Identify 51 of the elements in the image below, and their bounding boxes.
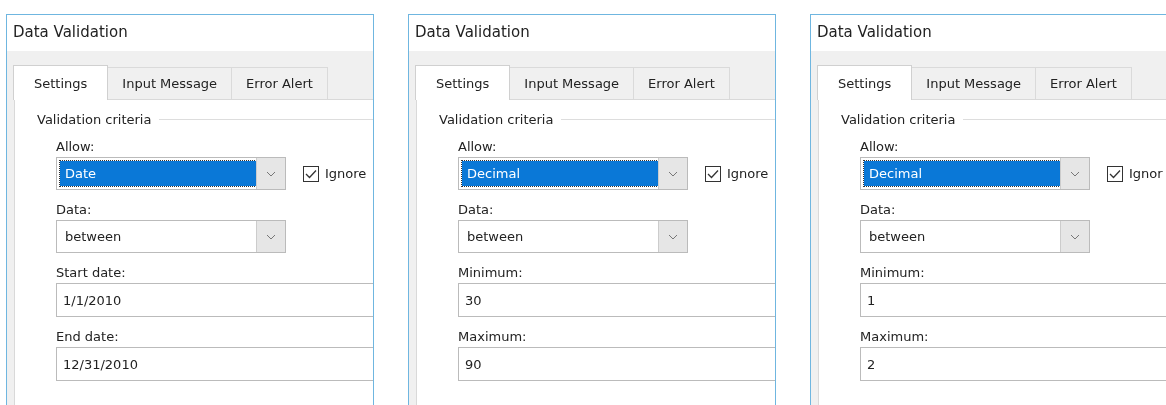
input-field[interactable]: 90: [458, 347, 775, 381]
field-label: Data:: [56, 202, 92, 217]
allow-dropdown[interactable]: Decimal: [860, 157, 1090, 190]
checkbox[interactable]: [705, 165, 721, 182]
checkbox[interactable]: [1107, 165, 1123, 182]
field-label: Allow:: [860, 139, 899, 154]
dropdown-value: between: [64, 228, 123, 246]
tab[interactable]: Error Alert: [231, 67, 328, 99]
field-label: Maximum:: [458, 329, 527, 344]
tab[interactable]: Settings: [817, 65, 913, 100]
dropdown-value: between: [868, 228, 927, 246]
field-label: Minimum:: [860, 265, 925, 280]
field-label: Allow:: [458, 139, 497, 154]
chevron-down-icon: [1070, 170, 1080, 177]
dropdown-value: Decimal: [462, 161, 658, 186]
chevron-down-icon: [668, 233, 678, 240]
dropdown-value: Date: [60, 161, 256, 186]
dropdown-value: Decimal: [864, 161, 1060, 186]
field-label: Start date:: [56, 265, 126, 280]
dropdown-value: between: [466, 228, 525, 246]
group-label: Validation criteria: [841, 112, 957, 127]
data-dropdown[interactable]: between: [458, 220, 688, 253]
field-label: End date:: [56, 329, 119, 344]
input-field[interactable]: 1/1/2010: [56, 283, 373, 317]
data-dropdown[interactable]: between: [860, 220, 1090, 253]
input-field[interactable]: 1: [860, 283, 1166, 317]
chevron-down-icon: [266, 170, 276, 177]
input-field[interactable]: 30: [458, 283, 775, 317]
checkbox-label: Ignor: [1129, 166, 1163, 181]
chevron-down-icon: [266, 233, 276, 240]
chevron-down-icon: [1070, 233, 1080, 240]
tab[interactable]: Settings: [415, 65, 511, 100]
tab[interactable]: Error Alert: [633, 67, 730, 99]
field-label: Data:: [458, 202, 494, 217]
allow-dropdown[interactable]: Date: [56, 157, 286, 190]
group-label: Validation criteria: [37, 112, 153, 127]
field-label: Maximum:: [860, 329, 929, 344]
field-label: Allow:: [56, 139, 95, 154]
field-label: Data:: [860, 202, 896, 217]
field-label: Minimum:: [458, 265, 523, 280]
group-label: Validation criteria: [439, 112, 555, 127]
chevron-down-icon: [668, 170, 678, 177]
input-field[interactable]: 2: [860, 347, 1166, 381]
checkbox-label: Ignore: [325, 166, 367, 181]
checkbox[interactable]: [303, 165, 319, 182]
tab[interactable]: Settings: [13, 65, 109, 100]
input-field[interactable]: 12/31/2010: [56, 347, 373, 381]
allow-dropdown[interactable]: Decimal: [458, 157, 688, 190]
tab[interactable]: Error Alert: [1035, 67, 1132, 99]
checkbox-label: Ignore: [727, 166, 769, 181]
data-dropdown[interactable]: between: [56, 220, 286, 253]
